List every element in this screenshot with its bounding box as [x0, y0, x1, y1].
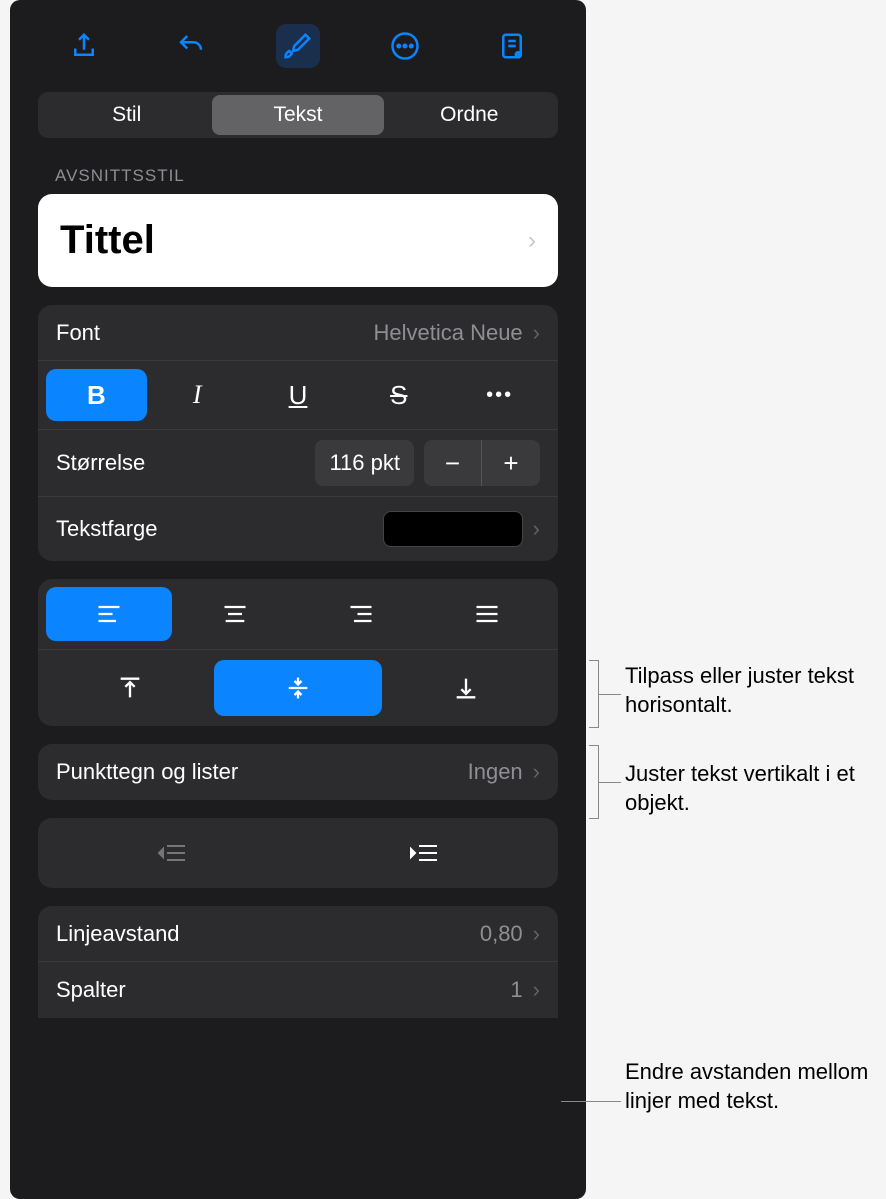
bullets-row[interactable]: Punkttegn og lister Ingen › [38, 744, 558, 800]
columns-row[interactable]: Spalter 1 › [38, 962, 558, 1018]
align-right-button[interactable] [298, 587, 424, 641]
line-spacing-row[interactable]: Linjeavstand 0,80 › [38, 906, 558, 962]
font-label: Font [56, 320, 373, 346]
section-label-avsnittsstil: AVSNITTSSTIL [10, 156, 586, 194]
bullets-group: Punkttegn og lister Ingen › [38, 744, 558, 800]
segmented-control: Stil Tekst Ordne [38, 92, 558, 138]
color-swatch[interactable] [383, 511, 523, 547]
font-value: Helvetica Neue [373, 320, 522, 346]
callout-valign: Juster tekst vertikalt i et objekt. [625, 760, 886, 817]
size-increase-button[interactable]: + [482, 440, 540, 486]
undo-button[interactable] [169, 24, 213, 68]
indent-button[interactable] [298, 830, 550, 876]
share-button[interactable] [62, 24, 106, 68]
font-group: Font Helvetica Neue › B I U S ••• Større… [38, 305, 558, 561]
more-button[interactable] [383, 24, 427, 68]
format-brush-button[interactable] [276, 24, 320, 68]
valign-middle-button[interactable] [214, 660, 382, 716]
valign-bottom-button[interactable] [382, 660, 550, 716]
top-toolbar [10, 0, 586, 92]
chevron-right-icon: › [533, 516, 540, 542]
outdent-button[interactable] [46, 830, 298, 876]
alignment-group [38, 579, 558, 726]
paragraph-style-picker[interactable]: Tittel › [38, 194, 558, 287]
chevron-right-icon: › [533, 921, 540, 947]
font-row[interactable]: Font Helvetica Neue › [38, 305, 558, 361]
more-styles-button[interactable]: ••• [449, 369, 550, 421]
line-spacing-label: Linjeavstand [56, 921, 480, 947]
italic-button[interactable]: I [147, 369, 248, 421]
text-color-row[interactable]: Tekstfarge › [38, 497, 558, 561]
columns-label: Spalter [56, 977, 510, 1003]
bold-button[interactable]: B [46, 369, 147, 421]
paragraph-style-value: Tittel [60, 218, 155, 263]
reader-button[interactable] [490, 24, 534, 68]
underline-button[interactable]: U [248, 369, 349, 421]
size-row: Størrelse 116 pkt − + [38, 430, 558, 497]
indent-row [38, 818, 558, 888]
vertical-align-row [38, 650, 558, 726]
callout-bracket [589, 660, 599, 728]
align-justify-button[interactable] [424, 587, 550, 641]
callout-line [599, 782, 621, 783]
text-color-label: Tekstfarge [56, 516, 383, 542]
indent-group [38, 818, 558, 888]
tab-stil[interactable]: Stil [41, 95, 212, 135]
size-decrease-button[interactable]: − [424, 440, 482, 486]
chevron-right-icon: › [533, 759, 540, 785]
strikethrough-button[interactable]: S [348, 369, 449, 421]
align-center-button[interactable] [172, 587, 298, 641]
callout-bracket [589, 745, 599, 819]
callout-line [599, 694, 621, 695]
chevron-right-icon: › [533, 977, 540, 1003]
columns-value: 1 [510, 977, 522, 1003]
tab-tekst[interactable]: Tekst [212, 95, 383, 135]
line-spacing-value: 0,80 [480, 921, 523, 947]
format-panel: Stil Tekst Ordne AVSNITTSSTIL Tittel › F… [10, 0, 586, 1199]
callout-line [561, 1101, 621, 1102]
callout-halign: Tilpass eller juster tekst horisontalt. [625, 662, 886, 719]
tab-ordne[interactable]: Ordne [384, 95, 555, 135]
size-stepper: − + [424, 440, 540, 486]
spacing-group: Linjeavstand 0,80 › Spalter 1 › [38, 906, 558, 1018]
callout-spacing: Endre avstanden mellom linjer med tekst. [625, 1058, 886, 1115]
bullets-label: Punkttegn og lister [56, 759, 468, 785]
valign-top-button[interactable] [46, 660, 214, 716]
size-label: Størrelse [56, 450, 305, 476]
text-style-buttons: B I U S ••• [38, 361, 558, 430]
horizontal-align-row [38, 579, 558, 650]
chevron-right-icon: › [533, 320, 540, 346]
bullets-value: Ingen [468, 759, 523, 785]
align-left-button[interactable] [46, 587, 172, 641]
size-value[interactable]: 116 pkt [315, 440, 414, 486]
chevron-right-icon: › [528, 227, 536, 255]
